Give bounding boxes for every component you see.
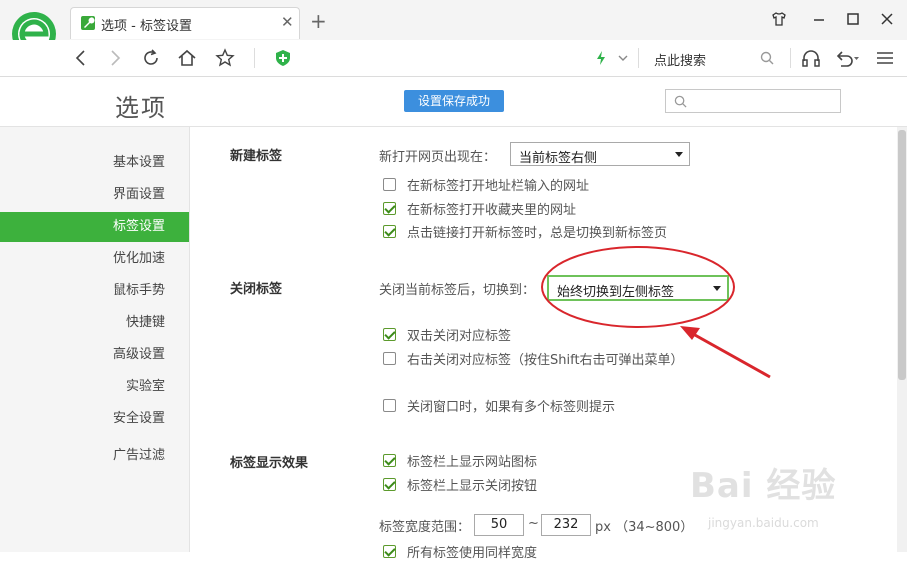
sidebar-item-mouse-gestures[interactable]: 鼠标手势 [0,276,189,306]
new-tab-button[interactable]: + [310,11,327,31]
open-position-select[interactable]: 当前标签右侧 [510,142,690,166]
maximize-icon[interactable] [840,8,866,30]
watermark-text: Bai 经验 [690,466,837,506]
close-icon[interactable] [874,8,900,30]
tab-width-min-input[interactable]: 50 [474,514,524,536]
sidebar-item-tabs[interactable]: 标签设置 [0,212,189,242]
option-label: 标签栏上显示网站图标 [407,455,538,470]
forward-icon[interactable] [102,46,128,70]
toolbar-search-input[interactable]: 点此搜索 [642,44,790,72]
scrollbar-thumb[interactable] [898,130,906,380]
home-icon[interactable] [174,46,200,70]
minimize-icon[interactable] [806,8,832,30]
page-title: 选项 [115,94,167,122]
section-title-close-tab: 关闭标签 [230,282,283,297]
wrench-icon [81,16,95,30]
browser-chrome: 选项 - 标签设置 ✕ + 点此搜索 [0,0,907,77]
tab-width-separator: ~ [528,516,539,531]
checkbox-right-click-close[interactable] [383,352,396,365]
dropdown-arrow-icon [675,152,683,157]
settings-sidebar: 基本设置 界面设置 标签设置 优化加速 鼠标手势 快捷键 高级设置 实验室 安全… [0,127,190,552]
checkbox-double-click-close[interactable] [383,328,396,341]
option-label: 双击关闭对应标签 [407,329,512,344]
chevron-down-icon[interactable] [610,46,636,70]
star-icon[interactable] [212,46,238,70]
menu-icon[interactable] [872,46,898,70]
option-label: 标签栏上显示关闭按钮 [407,479,538,494]
search-placeholder: 点此搜索 [654,54,707,69]
checkbox-open-favorites-new-tab[interactable] [383,202,396,215]
toolbar-divider [638,48,639,68]
toolbar-divider [790,48,791,68]
tab-close-icon[interactable]: ✕ [281,13,294,31]
checkbox-show-favicon[interactable] [383,454,396,467]
tab-width-max-input[interactable]: 232 [541,514,591,536]
section-title-new-tab: 新建标签 [230,149,283,164]
sidebar-item-ad-filter[interactable]: 广告过滤 [0,441,189,471]
search-icon [674,95,687,108]
option-label: 点击链接打开新标签时，总是切换到新标签页 [407,226,668,241]
watermark-url: jingyan.baidu.com [708,516,819,530]
toolbar-divider [254,48,255,68]
sidebar-item-shortcuts[interactable]: 快捷键 [0,308,189,338]
option-label: 在新标签打开地址栏输入的网址 [407,179,590,194]
undo-icon[interactable] [834,46,860,70]
tab-title: 选项 - 标签设置 [101,19,192,34]
save-status-badge: 设置保存成功 [404,90,504,112]
option-label: 在新标签打开收藏夹里的网址 [407,203,577,218]
open-position-label: 新打开网页出现在： [379,150,497,165]
active-tab[interactable]: 选项 - 标签设置 ✕ [70,7,300,39]
sidebar-item-acceleration[interactable]: 优化加速 [0,244,189,274]
refresh-icon[interactable] [138,46,164,70]
sidebar-item-basic[interactable]: 基本设置 [0,148,189,178]
search-icon[interactable] [760,51,774,65]
sidebar-item-advanced[interactable]: 高级设置 [0,340,189,370]
sidebar-item-lab[interactable]: 实验室 [0,372,189,402]
switch-after-close-label: 关闭当前标签后，切换到： [379,283,536,298]
sidebar-item-interface[interactable]: 界面设置 [0,180,189,210]
shield-icon[interactable] [270,46,296,70]
skin-icon[interactable] [766,8,792,30]
open-position-value: 当前标签右侧 [519,151,598,166]
settings-search-input[interactable] [665,89,841,113]
annotation-highlight [541,246,771,379]
checkbox-warn-multiple-tabs[interactable] [383,399,396,412]
sidebar-item-security[interactable]: 安全设置 [0,404,189,434]
headphone-icon[interactable] [798,46,824,70]
tab-width-unit: px （34~800） [595,520,694,535]
checkbox-show-close-button[interactable] [383,478,396,491]
option-label: 关闭窗口时，如果有多个标签则提示 [407,400,616,415]
checkbox-switch-to-new-tab[interactable] [383,225,396,238]
tab-width-label: 标签宽度范围： [379,520,471,535]
section-title-tab-display: 标签显示效果 [230,456,309,471]
baidu-watermark: Bai 经验 jingyan.baidu.com [690,458,890,548]
checkbox-open-address-new-tab[interactable] [383,178,396,191]
back-icon[interactable] [68,46,94,70]
toolbar: 点此搜索 [0,40,907,76]
